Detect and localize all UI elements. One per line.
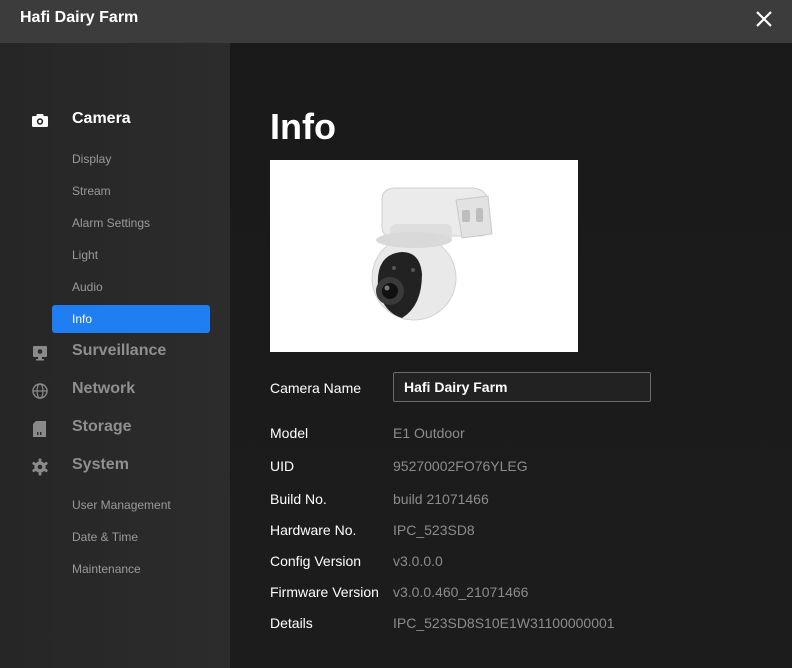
hardware-no-label: Hardware No.: [270, 522, 357, 538]
build-no-value: build 21071466: [393, 491, 489, 507]
hardware-no-value: IPC_523SD8: [393, 522, 475, 538]
sidebar-item-maintenance[interactable]: Maintenance: [72, 562, 141, 576]
details-label: Details: [270, 615, 313, 631]
title-bar: Hafi Dairy Farm: [0, 0, 792, 43]
surveillance-icon: [33, 346, 47, 361]
config-version-value: v3.0.0.0: [393, 553, 443, 569]
sidebar-item-info[interactable]: Info: [52, 305, 210, 333]
model-value: E1 Outdoor: [393, 425, 465, 441]
network-icon: [32, 383, 48, 399]
sidebar-item-info-label: Info: [72, 312, 93, 326]
uid-value: 95270002FO76YLEG: [393, 458, 528, 474]
sidebar-section-surveillance-label: Surveillance: [72, 342, 167, 359]
sidebar-section-network[interactable]: Network: [0, 375, 230, 405]
close-icon: [756, 11, 772, 27]
storage-icon: [33, 421, 46, 437]
page-title: Info: [270, 106, 336, 147]
firmware-version-value: v3.0.0.460_21071466: [393, 584, 529, 600]
close-button[interactable]: [751, 6, 777, 32]
build-no-label: Build No.: [270, 491, 327, 507]
model-label: Model: [270, 425, 309, 441]
system-gear-icon: [32, 458, 48, 476]
sidebar-section-surveillance[interactable]: Surveillance: [0, 337, 230, 367]
main-panel: Info Camera Name Model E1 Outdoor UID 95…: [230, 43, 792, 668]
sidebar-section-storage[interactable]: Storage: [0, 413, 230, 443]
sidebar-item-light[interactable]: Light: [72, 248, 98, 262]
camera-icon: [32, 114, 48, 127]
sidebar-item-display[interactable]: Display: [72, 152, 111, 166]
details-value: IPC_523SD8S10E1W31100000001: [393, 615, 615, 631]
sidebar-item-stream[interactable]: Stream: [72, 184, 111, 198]
sidebar-section-camera-label: Camera: [72, 110, 131, 127]
sidebar-section-storage-label: Storage: [72, 418, 132, 435]
camera-image: [270, 160, 578, 352]
sidebar: Camera Display Stream Alarm Settings Lig…: [0, 43, 230, 668]
sidebar-section-system-label: System: [72, 456, 129, 473]
sidebar-item-alarm-settings[interactable]: Alarm Settings: [72, 216, 150, 230]
config-version-label: Config Version: [270, 553, 362, 569]
sidebar-section-camera[interactable]: Camera: [0, 105, 230, 135]
sidebar-item-user-management[interactable]: User Management: [72, 498, 171, 512]
window-title: Hafi Dairy Farm: [20, 9, 139, 26]
sidebar-section-network-label: Network: [72, 380, 136, 397]
sidebar-item-date-time[interactable]: Date & Time: [72, 530, 138, 544]
sidebar-section-system[interactable]: System: [0, 451, 230, 481]
camera-name-input[interactable]: [393, 372, 651, 402]
camera-name-label: Camera Name: [270, 380, 362, 396]
uid-label: UID: [270, 458, 295, 474]
firmware-version-label: Firmware Version: [270, 584, 379, 600]
sidebar-item-audio[interactable]: Audio: [72, 280, 103, 294]
